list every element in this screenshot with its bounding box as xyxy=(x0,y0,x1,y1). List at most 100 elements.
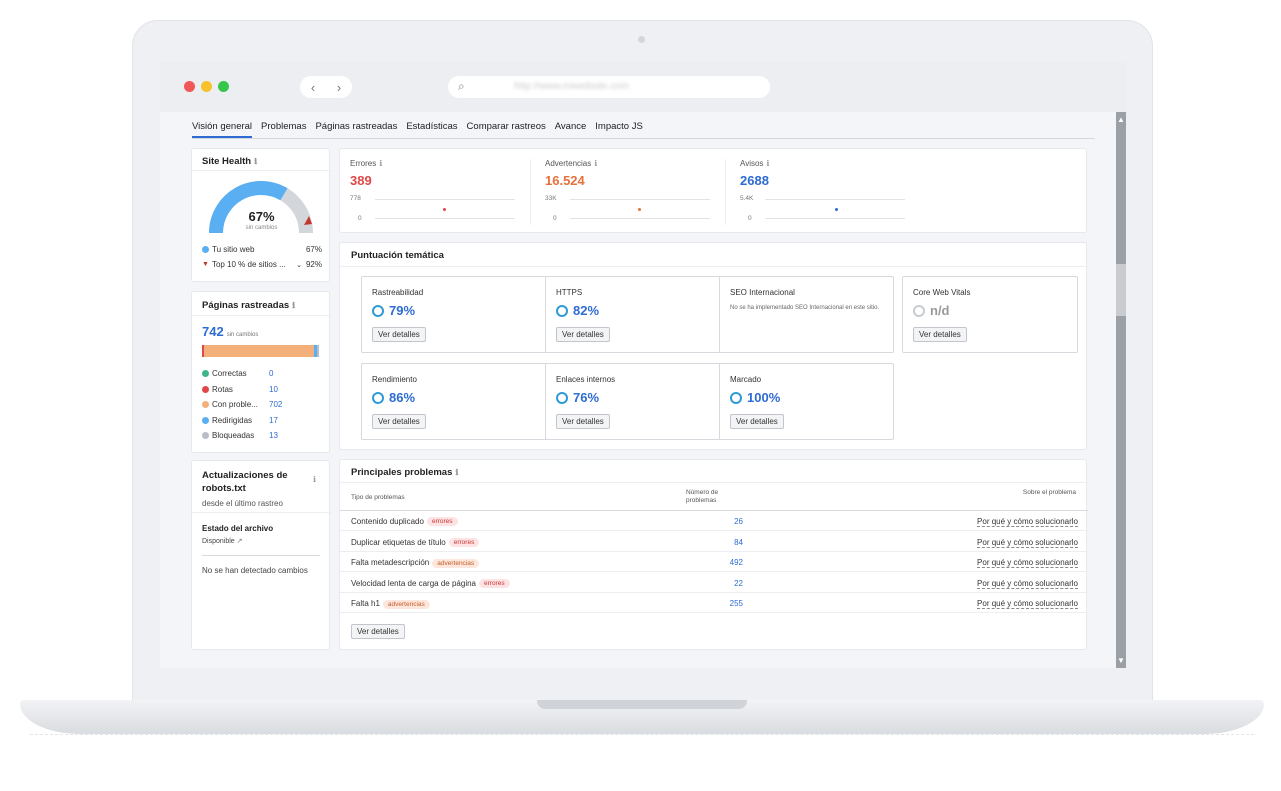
problem-row: Falta metadescripción advertencias 492 Por … xyxy=(340,552,1088,573)
address-bar[interactable]: ⌕ http://www.miwebsite.com xyxy=(448,76,770,98)
tab-progress[interactable]: Avance xyxy=(555,121,587,138)
thematic-value: 76% xyxy=(573,390,600,405)
problem-tag: errores xyxy=(426,517,458,527)
crawled-legend-item[interactable]: Correctas 0 xyxy=(202,366,319,382)
problem-name[interactable]: Falta h1 xyxy=(351,599,380,608)
forward-icon[interactable]: › xyxy=(337,80,341,95)
metric-value[interactable]: 2688 xyxy=(740,173,769,188)
nav-buttons: ‹ › xyxy=(300,76,352,98)
problem-name[interactable]: Contenido duplicado xyxy=(351,517,424,526)
tab-problems[interactable]: Problemas xyxy=(261,121,306,138)
thematic-card-0: Rastreabilidad 79% Ver detalles xyxy=(361,276,548,353)
tab-crawled-pages[interactable]: Páginas rastreadas xyxy=(315,121,397,138)
crawled-legend: Correctas 0 Rotas 10 Con proble... 702 Redirig… xyxy=(202,366,319,444)
metric-1: Advertencias ℹ 16.524 33K 0 xyxy=(530,149,725,233)
info-icon[interactable]: ℹ xyxy=(379,159,382,168)
info-icon[interactable]: ℹ xyxy=(313,475,316,484)
crawled-value: 10 xyxy=(269,384,278,394)
problem-name[interactable]: Velocidad lenta de carga de página xyxy=(351,579,476,588)
crawled-legend-item[interactable]: Redirigidas 17 xyxy=(202,413,319,429)
problem-count[interactable]: 84 xyxy=(713,538,743,547)
screen: ‹ › ⌕ http://www.miwebsite.com Visión ge… xyxy=(160,62,1126,668)
external-link-icon[interactable]: ↗ xyxy=(237,538,243,545)
info-icon[interactable]: ℹ xyxy=(594,159,597,168)
page-content: Visión general Problemas Páginas rastrea… xyxy=(160,112,1116,668)
info-icon[interactable]: ℹ xyxy=(254,157,257,166)
problem-count[interactable]: 492 xyxy=(713,558,743,567)
legend-label: Tu sitio web xyxy=(212,245,255,254)
problem-tag: errores xyxy=(479,579,510,589)
thematic-details-button[interactable]: Ver detalles xyxy=(913,327,967,342)
scroll-down-icon[interactable]: ▼ xyxy=(1117,656,1125,665)
crawled-legend-item[interactable]: Con proble... 702 xyxy=(202,397,319,413)
tab-js-impact[interactable]: Impacto JS xyxy=(595,121,643,138)
tab-overview[interactable]: Visión general xyxy=(192,121,253,138)
crawled-legend-item[interactable]: Rotas 10 xyxy=(202,382,319,398)
url-text: http://www.miwebsite.com xyxy=(514,81,630,92)
crawled-value: 0 xyxy=(269,369,274,379)
legend-value: 67% xyxy=(305,245,322,254)
close-window-button[interactable] xyxy=(184,81,195,92)
score-ring-icon xyxy=(372,304,384,317)
metric-value[interactable]: 389 xyxy=(350,173,372,188)
tab-statistics[interactable]: Estadísticas xyxy=(406,121,457,138)
robots-sub: desde el último rastreo xyxy=(202,499,283,508)
thematic-details-button[interactable]: Ver detalles xyxy=(372,327,426,342)
legend-dot-icon xyxy=(202,401,209,409)
minimize-window-button[interactable] xyxy=(201,81,212,92)
legend-dot-icon xyxy=(202,432,209,440)
metric-point xyxy=(638,208,641,211)
metric-value[interactable]: 16.524 xyxy=(545,173,585,188)
scroll-up-icon[interactable]: ▲ xyxy=(1117,115,1125,124)
thematic-card: Puntuación temática Rastreabilidad 79% Ver… xyxy=(339,242,1088,450)
thematic-details-button[interactable]: Ver detalles xyxy=(730,414,784,429)
problem-tag: advertencias xyxy=(382,599,430,609)
col-about-header: Sobre el problema xyxy=(1022,489,1076,496)
thematic-details-button[interactable]: Ver detalles xyxy=(556,327,610,342)
score-ring-icon xyxy=(556,391,568,404)
metric-2: Avisos ℹ 2688 5.4K 0 xyxy=(725,149,920,233)
site-health-card: Site Health ℹ 67% sin cambios Tu sitio we… xyxy=(191,148,331,282)
problem-name[interactable]: Duplicar etiquetas de título xyxy=(351,538,446,547)
problem-fix-link[interactable]: Por qué y cómo solucionarlo xyxy=(977,599,1078,610)
thematic-name: Rendimiento xyxy=(372,375,417,384)
problem-row: Duplicar etiquetas de título errores 84 Por… xyxy=(340,532,1088,552)
score-ring-icon xyxy=(556,304,568,317)
problems-details-button[interactable]: Ver detalles xyxy=(351,624,405,639)
crawled-legend-item[interactable]: Bloqueadas 13 xyxy=(202,428,319,444)
scrollbar[interactable]: ▲ ▼ xyxy=(1116,112,1126,668)
tab-compare-crawls[interactable]: Comparar rastreos xyxy=(467,121,546,138)
thematic-name: Enlaces internos xyxy=(556,375,616,384)
problem-fix-link[interactable]: Por qué y cómo solucionarlo xyxy=(977,517,1078,527)
crawled-pages-card: Páginas rastreadas ℹ 742 sin cambios Corr… xyxy=(191,291,331,453)
red-triangle-icon: ▼ xyxy=(202,261,209,268)
legend-dot-icon xyxy=(202,370,209,378)
file-state-value[interactable]: Disponible xyxy=(202,538,235,545)
thematic-details-button[interactable]: Ver detalles xyxy=(556,414,610,429)
info-icon[interactable]: ℹ xyxy=(292,301,295,310)
info-icon[interactable]: ℹ xyxy=(455,468,458,477)
chevron-down-icon[interactable]: ⌄ xyxy=(296,261,302,269)
metric-top-tick: 5.4K xyxy=(740,195,754,202)
thematic-value: 79% xyxy=(389,303,416,318)
problem-count[interactable]: 26 xyxy=(713,517,743,526)
problem-name[interactable]: Falta metadescripción xyxy=(351,558,429,567)
metric-zero-tick: 0 xyxy=(553,215,557,222)
scrollbar-thumb[interactable] xyxy=(1116,264,1126,316)
thematic-details-button[interactable]: Ver detalles xyxy=(372,414,426,429)
problem-count[interactable]: 255 xyxy=(713,599,743,608)
crawled-pages-title: Páginas rastreadas xyxy=(202,300,290,311)
problem-count[interactable]: 22 xyxy=(713,579,743,588)
laptop-notch xyxy=(537,700,747,709)
problem-fix-link[interactable]: Por qué y cómo solucionarlo xyxy=(977,538,1078,548)
thematic-card-4: Rendimiento 86% Ver detalles xyxy=(361,363,548,440)
problem-fix-link[interactable]: Por qué y cómo solucionarlo xyxy=(977,558,1078,569)
maximize-window-button[interactable] xyxy=(218,81,229,92)
back-icon[interactable]: ‹ xyxy=(311,80,315,95)
info-icon[interactable]: ℹ xyxy=(766,159,769,168)
problems-card: Principales problemas ℹ Tipo de problemas… xyxy=(339,459,1088,650)
metric-point xyxy=(835,208,838,211)
site-health-sub: sin cambios xyxy=(245,225,278,231)
metrics-card: Errores ℹ 389 778 0 Advertencias ℹ 16.524 33K 0 Av… xyxy=(339,148,1087,233)
problem-fix-link[interactable]: Por qué y cómo solucionarlo xyxy=(977,579,1078,589)
